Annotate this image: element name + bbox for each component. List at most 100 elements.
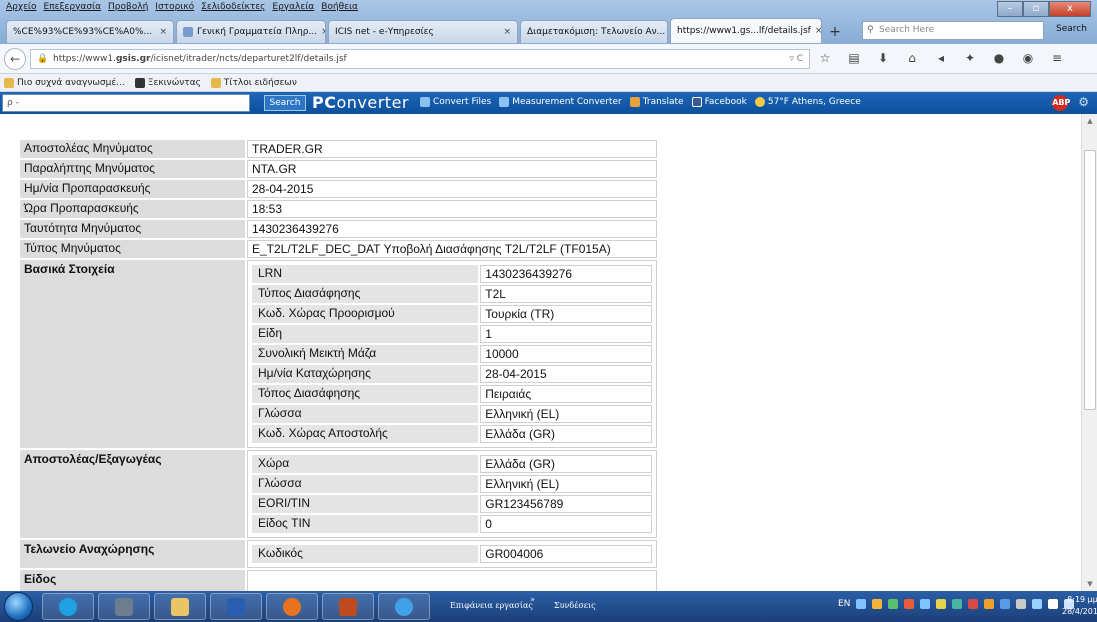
tray-app-icon[interactable]	[936, 599, 947, 609]
tab-active[interactable]: https://www1.gs...lf/details.jsf ×	[670, 18, 822, 43]
tray-app-icon[interactable]	[920, 599, 931, 609]
field-label: Χώρα	[252, 455, 479, 473]
tray-app-icon[interactable]	[968, 599, 979, 609]
bookmark-getting-started[interactable]: Ξεκινώντας	[134, 77, 201, 88]
close-tab-icon[interactable]: ×	[159, 27, 167, 37]
translate-icon	[629, 97, 640, 107]
measurement-converter-link[interactable]: Measurement Converter	[499, 97, 622, 107]
toolbar-search-button[interactable]: Search	[264, 95, 306, 111]
field-value: 28-04-2015	[480, 365, 652, 383]
search-input[interactable]: ⚲ Search Here	[862, 21, 1044, 40]
tab-3[interactable]: ICIS net - e-Υπηρεσίες ×	[328, 20, 518, 43]
menu-history[interactable]: Ιστορικό	[155, 2, 194, 16]
field-value: GR004006	[480, 545, 652, 563]
toolbar-search-input[interactable]: ρ -	[2, 94, 250, 112]
tray-app-icon[interactable]	[952, 599, 963, 609]
desktop-toolbar-label[interactable]: Επιφάνεια εργασίας	[450, 601, 533, 610]
firefox-sync-icon[interactable]: ◉	[1020, 50, 1036, 66]
scrollbar-thumb[interactable]	[1084, 150, 1096, 410]
maximize-button[interactable]: ▫	[1023, 1, 1049, 17]
field-value: 1	[480, 325, 652, 343]
close-window-button[interactable]: x	[1049, 1, 1091, 17]
hamburger-menu-icon[interactable]: ≡	[1049, 50, 1065, 66]
language-indicator[interactable]: EN	[838, 599, 850, 609]
back-arrow-icon[interactable]: ←	[4, 48, 26, 70]
close-tab-icon[interactable]: ×	[321, 27, 325, 37]
scroll-down-arrow-icon[interactable]: ▼	[1082, 577, 1097, 591]
taskbar-internet-explorer[interactable]	[378, 593, 430, 620]
reading-list-icon[interactable]: ▤	[846, 50, 862, 66]
minimize-button[interactable]: –	[997, 1, 1023, 17]
tab-4[interactable]: Διαμετακόμιση: Τελωνείο Αν... ×	[520, 20, 668, 43]
network-signal-icon[interactable]	[1032, 599, 1043, 609]
bookmark-most-visited[interactable]: Πιο συχνά αναγνωσμέ...	[4, 77, 125, 88]
translate-link[interactable]: Translate	[629, 97, 684, 107]
addon-icon[interactable]: ✦	[962, 50, 978, 66]
menu-help[interactable]: Βοήθεια	[321, 2, 358, 16]
lock-icon: 🔒	[37, 54, 49, 64]
download-icon[interactable]: ⬇	[875, 50, 891, 66]
tray-app-icon[interactable]	[872, 599, 883, 609]
taskbar-skype[interactable]	[42, 593, 94, 620]
home-icon[interactable]: ⌂	[904, 50, 920, 66]
toolbar-chevron-icon[interactable]: »	[530, 595, 535, 604]
menu-bar: Αρχείο Επεξεργασία Προβολή Ιστορικό Σελι…	[6, 2, 358, 16]
tab-2[interactable]: Γενική Γραμματεία Πληρ... ×	[176, 20, 326, 43]
field-value: Ελληνική (EL)	[480, 475, 652, 493]
help-icon[interactable]	[856, 599, 867, 609]
chat-icon[interactable]: ●	[991, 50, 1007, 66]
taskbar-explorer[interactable]	[154, 593, 206, 620]
flag-icon[interactable]	[1016, 599, 1027, 609]
facebook-link[interactable]: Facebook	[691, 97, 747, 107]
field-value: Ελλάδα (GR)	[480, 455, 652, 473]
section-body	[247, 570, 657, 591]
menu-edit[interactable]: Επεξεργασία	[44, 2, 102, 16]
field-label: Είδη	[252, 325, 479, 343]
close-tab-icon[interactable]: ×	[815, 26, 821, 36]
bookmark-headlines[interactable]: Τίτλοι ειδήσεων	[210, 77, 297, 88]
new-tab-button[interactable]: +	[824, 21, 846, 43]
declaration-details-table: Αποστολέας Μηνύματος TRADER.GR Παραλήπτη…	[18, 138, 659, 591]
menu-file[interactable]: Αρχείο	[6, 2, 37, 16]
vertical-scrollbar[interactable]: ▲ ▼	[1081, 114, 1097, 591]
table-row: Είδη 1	[252, 325, 652, 343]
tray-app-icon[interactable]	[904, 599, 915, 609]
star-icon[interactable]: ☆	[817, 50, 833, 66]
reload-icon[interactable]: ▿ C	[789, 50, 803, 68]
taskbar-word[interactable]	[210, 593, 262, 620]
start-button-icon[interactable]	[4, 592, 33, 621]
send-icon[interactable]: ◂	[933, 50, 949, 66]
pconverter-toolbar: ρ - Search PConverter Convert Files Meas…	[0, 92, 1097, 114]
gear-icon[interactable]: ⚙	[1078, 95, 1089, 111]
tray-app-icon[interactable]	[888, 599, 899, 609]
adblock-icon[interactable]: ABP	[1052, 95, 1070, 111]
menu-tools[interactable]: Εργαλεία	[272, 2, 314, 16]
tray-app-icon[interactable]	[1000, 599, 1011, 609]
calculator-icon	[115, 597, 133, 616]
taskbar-calculator[interactable]	[98, 593, 150, 620]
address-bar[interactable]: 🔒 https://www1.gsis.gr/icisnet/itrader/n…	[30, 49, 810, 69]
taskbar-photoshop[interactable]	[322, 593, 374, 620]
search-button[interactable]: Search	[1056, 24, 1087, 34]
rss-folder-icon	[210, 77, 221, 88]
close-tab-icon[interactable]: ×	[503, 27, 511, 37]
table-row: Αποστολέας Μηνύματος TRADER.GR	[20, 140, 657, 158]
search-icon: ⚲	[867, 25, 874, 35]
scroll-up-arrow-icon[interactable]: ▲	[1082, 114, 1097, 128]
window-controls: – ▫ x	[997, 1, 1091, 17]
table-row: Ημ/νία Καταχώρησης 28-04-2015	[252, 365, 652, 383]
taskbar-firefox[interactable]	[266, 593, 318, 620]
table-row: Ταυτότητα Μηνύματος 1430236439276	[20, 220, 657, 238]
tab-label: Διαμετακόμιση: Τελωνείο Αν...	[527, 27, 666, 37]
tray-app-icon[interactable]	[984, 599, 995, 609]
menu-bookmarks[interactable]: Σελιδοδείκτες	[201, 2, 265, 16]
weather-link[interactable]: 57°F Athens, Greece	[754, 97, 861, 107]
tab-label: ICIS net - e-Υπηρεσίες	[335, 27, 434, 37]
connections-toolbar-label[interactable]: Συνδέσεις	[554, 601, 596, 610]
convert-files-link[interactable]: Convert Files	[420, 97, 491, 107]
menu-view[interactable]: Προβολή	[108, 2, 148, 16]
system-clock[interactable]: 8:19 μμ 28/4/2015	[1062, 594, 1097, 618]
tab-1[interactable]: %CE%93%CE%93%CE%A0%... ×	[6, 20, 174, 43]
volume-icon[interactable]	[1048, 599, 1059, 609]
field-value: GR123456789	[480, 495, 652, 513]
